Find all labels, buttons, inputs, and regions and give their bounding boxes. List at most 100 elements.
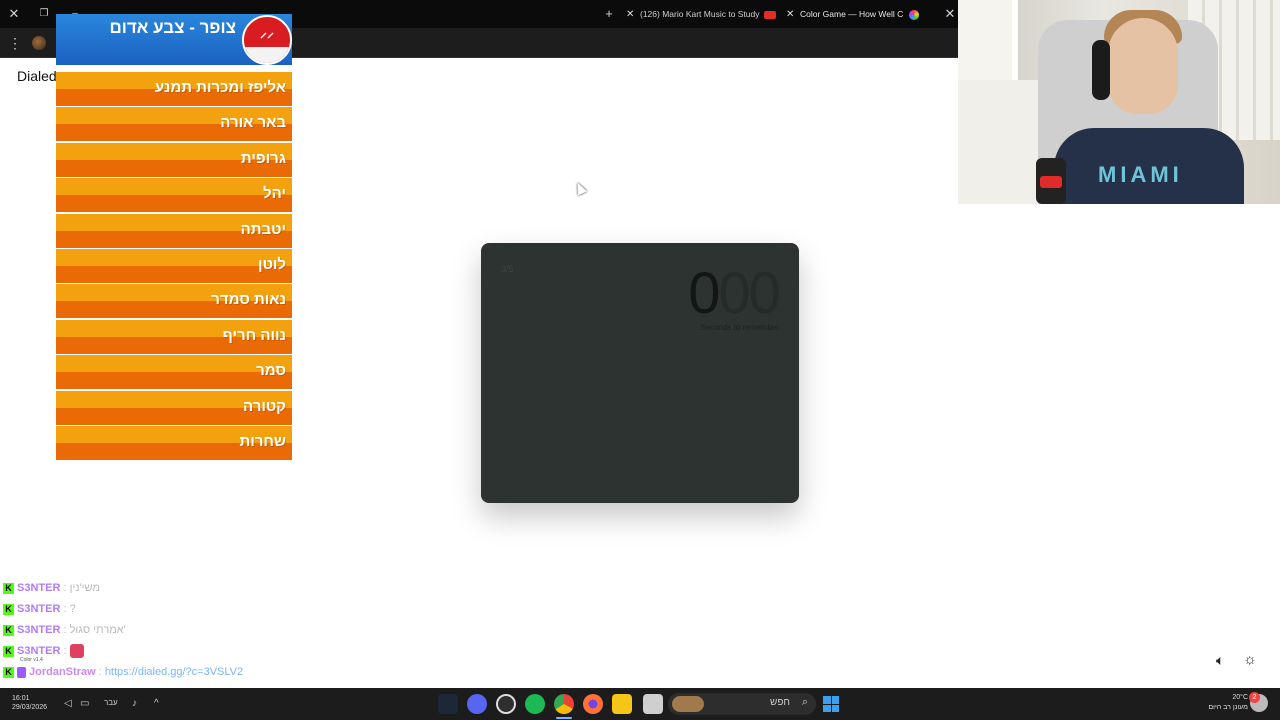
chat-username[interactable]: S3NTER [17,603,60,615]
brand-clip: Dialed [17,68,57,90]
site-favicon-icon [32,36,46,50]
restore-icon[interactable]: ❐ [35,5,53,23]
close-icon[interactable]: ✕ [5,5,23,23]
tab-close-icon[interactable]: ✕ [626,4,640,25]
site-brand[interactable]: Dialed [17,68,57,84]
steam-app-icon[interactable] [438,694,458,714]
chat-separator: : [60,582,70,594]
chat-username[interactable]: JordanStraw [29,666,96,678]
kick-badge-icon: K [3,603,14,615]
screen: ✕ ❐ – + ✕(126) Mario Kart Music to Study… [0,0,1280,720]
chat-message: K S3NTER : ? [3,599,76,619]
overlay-item-label: אליפז ומכרות תמנע [154,79,286,96]
spotify-app-icon[interactable] [525,694,545,714]
microphone-tray-icon[interactable]: ♪ [132,698,137,709]
color-game-favicon-icon [909,9,920,20]
clock-time: 16:01 [12,695,30,702]
windows-icon[interactable] [823,696,839,712]
window-image [958,0,1018,80]
language-indicator[interactable]: עבר [104,698,118,707]
window-close-icon[interactable]: ✕ [941,5,959,23]
overlay-item: קטורה [56,390,292,425]
clock[interactable]: 16:01 29/03/2026 [12,694,47,712]
overlay-item: אליפז ומכרות תמנע [56,72,292,106]
alert-overlay: צופר - צבע אדום ⸝⸝ אליפז ומכרות תמנע באר … [56,14,292,461]
file-explorer-icon[interactable] [612,694,632,714]
shirt-logo: MIAMI [1098,162,1183,187]
streamer-head-image [1108,18,1178,114]
brightness-icon[interactable]: ☼ [1243,651,1257,668]
overlay-item-label: יטבתה [240,220,286,238]
chat-username[interactable]: S3NTER [17,582,60,594]
overlay-item: גרופית [56,142,292,177]
round-counter: 3/5 [501,264,514,274]
youtube-icon [763,10,776,19]
search-highlight-image [672,696,704,712]
chrome-app-icon[interactable] [554,694,574,714]
tab-color-game[interactable]: ✕ Color Game — How Well C [786,3,936,25]
overlay-item-label: נווה חריף [222,326,286,344]
overlay-item-label: קטורה [243,397,286,415]
overlay-item: סמר [56,355,292,390]
chat-message: K S3NTER : [3,641,84,661]
speaker-icon[interactable]: 🔈︎ [1216,652,1224,669]
notification-badge: 2 [1249,692,1260,703]
overlay-item-label: נאות סמדר [211,291,286,309]
mouse-cursor-icon [572,180,588,196]
chevron-up-icon[interactable]: ^ [154,698,159,709]
overlay-item: שחרות [56,426,292,460]
red-alert-logo-icon: ⸝⸝ [242,15,292,65]
gift-badge-icon [17,666,26,678]
overlay-item: לוטן [56,249,292,283]
chat-message: K JordanStraw : https://dialed.gg/?c=3VSL… [3,662,243,682]
overlay-item-label: שחרות [239,433,286,450]
overlay-title: צופר - צבע אדום [109,18,236,37]
chat-emote-icon [69,644,84,659]
kick-badge-icon: K [3,624,14,636]
countdown-timer: 000 [688,261,781,326]
game-card: 3/5 000 Seconds to remember [481,243,799,503]
timer-digit: 0 [718,261,750,326]
firefox-app-icon[interactable] [583,694,603,714]
discord-app-icon[interactable] [467,694,487,714]
overlay-item: נאות סמדר [56,284,292,319]
search-placeholder: חפש [770,697,790,708]
new-tab-button[interactable]: + [600,5,618,23]
chat-separator: : [60,624,70,636]
chat-separator: : [60,645,70,657]
overlay-item: באר אורה [56,107,292,142]
taskbar-search[interactable]: חפש ⌕ [668,693,816,715]
overlay-item: יטבתה [56,213,292,248]
kick-badge-icon: K [3,666,14,678]
webcam-feed: MIAMI [958,0,1280,204]
tab-close-icon[interactable]: ✕ [786,4,800,25]
network-tray-icon[interactable]: ▭ [80,698,89,709]
bedding-image [958,80,1038,204]
overlay-item: נווה חריף [56,319,292,354]
clock-date: 29/03/2026 [12,704,48,711]
chat-username[interactable]: S3NTER [17,645,60,657]
weather-desc: מעונן רב היום [1208,704,1248,711]
weather-widget[interactable]: 20°C מעונן רב היום [1198,693,1248,713]
search-icon: ⌕ [801,696,808,708]
chat-link[interactable]: https://dialed.gg/?c=3VSLV2 [105,666,243,678]
obs-app-icon[interactable] [496,694,516,714]
chat-text: אמרתי סגול' [69,624,126,636]
overlay-item-label: יהל [263,185,286,203]
chat-username[interactable]: S3NTER [17,624,60,636]
overlay-item: יהל [56,178,292,213]
microphone-light-image [1040,176,1062,188]
color-version-label: Color v1.4 [20,657,43,663]
chat-message: K S3NTER : אמרתי סגול' [3,620,126,640]
kick-badge-icon: K [3,582,14,594]
volume-tray-icon[interactable]: ◁ [64,698,72,709]
timer-digit: 0 [748,261,781,326]
tab-mario-kart[interactable]: ✕ (126) Mario Kart Music to Study [626,3,776,25]
chat-text: ? [69,603,76,615]
overlay-item-label: לוטן [258,256,286,273]
weather-temp: 20°C [1232,694,1248,701]
timer-label: Seconds to remember [700,323,779,332]
chat-separator: : [60,603,70,615]
menu-dots-icon[interactable]: ⋮ [8,34,22,52]
notes-app-icon[interactable] [643,694,663,714]
